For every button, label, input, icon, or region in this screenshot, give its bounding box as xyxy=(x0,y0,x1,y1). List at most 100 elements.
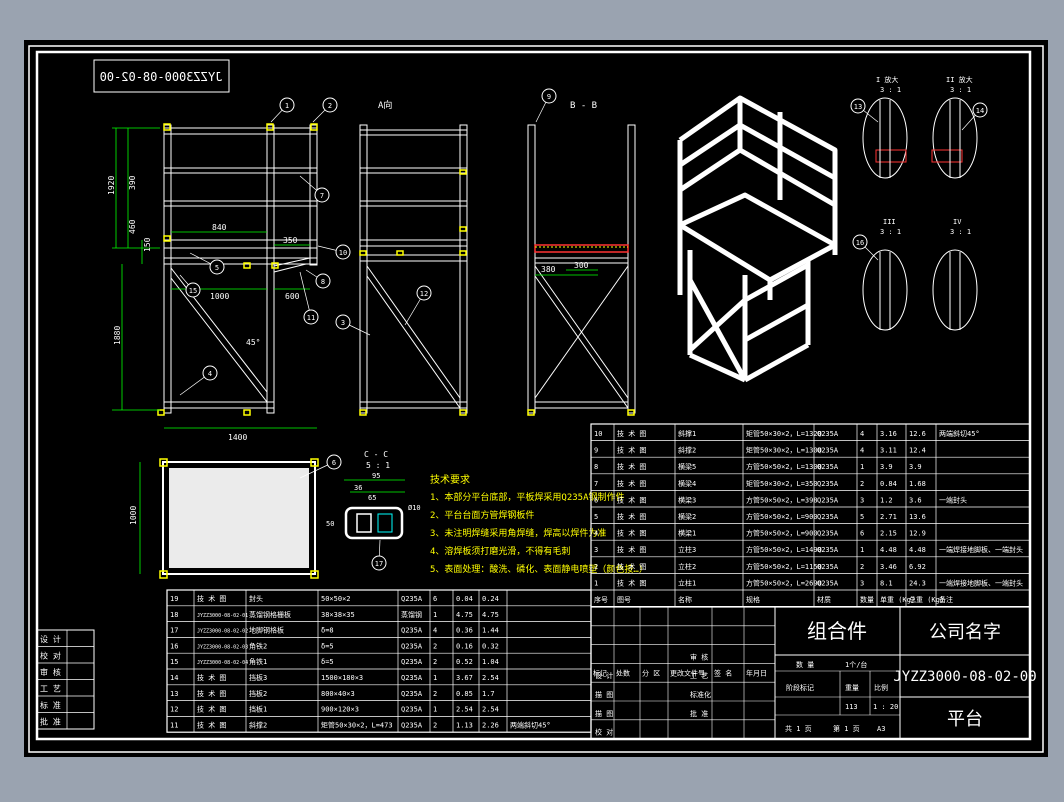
bom-upper-cell: 方管50×50×2，L=900 xyxy=(746,529,818,538)
bom-lower-cell: 16 xyxy=(170,642,178,650)
bom-lower-cell: δ=5 xyxy=(321,642,334,650)
bom-lower-cell: 4 xyxy=(433,627,437,635)
bom-upper-cell: 9 xyxy=(594,447,598,455)
title-label-left: 校 对 xyxy=(595,728,613,737)
bom-upper-header-cell: 图号 xyxy=(617,596,631,604)
bom-lower-cell: 矩管50×30×2，L=473 xyxy=(321,720,393,729)
bom-lower-cell: 技 术 图 xyxy=(197,594,226,603)
bom-upper-cell: 0.84 xyxy=(880,480,897,488)
dim-50: 50 xyxy=(326,520,334,528)
bom-upper-header-cell: 数量 xyxy=(860,595,874,604)
bom-lower-cell: JYZZ3000-08-02-02 xyxy=(197,629,248,635)
bom-upper-header-cell: 名称 xyxy=(678,595,692,604)
bom-upper-cell: 4.48 xyxy=(909,546,926,554)
detail-1-scale: 3 : 1 xyxy=(880,86,901,94)
bom-lower-cell: 挡板2 xyxy=(249,689,267,698)
bom-upper-cell: 6 xyxy=(594,496,598,504)
title-stamp-text: JYZZ3000-08-02-00 xyxy=(100,70,223,84)
sign-block-label: 标 准 xyxy=(40,700,61,710)
sign-block-label: 设 计 xyxy=(40,634,61,644)
bom-upper-cell: 方管50×50×2，L=1300 xyxy=(746,462,822,471)
bom-upper-cell: 5 xyxy=(860,513,864,521)
bom-upper-cell: 3.9 xyxy=(880,463,893,471)
bom-upper-cell: 技 术 图 xyxy=(617,545,646,554)
bom-lower-cell: 技 术 图 xyxy=(197,705,226,714)
bom-lower-cell: δ=5 xyxy=(321,658,334,666)
dim-65: 65 xyxy=(368,494,376,502)
bom-upper-cell: 12.9 xyxy=(909,530,926,538)
bom-upper-cell: 立柱1 xyxy=(678,578,696,587)
bom-upper-cell: 两端斜切45° xyxy=(939,429,980,438)
bom-lower-cell: δ=8 xyxy=(321,627,334,635)
title-label-mid: 批 准 xyxy=(690,709,708,718)
bom-upper-cell: 横梁4 xyxy=(678,479,696,488)
bom-lower-cell: Q235A xyxy=(401,706,423,714)
bom-lower-cell: 17 xyxy=(170,627,178,635)
bom-lower-cell: Q235A xyxy=(401,627,423,635)
detail-3-scale: 3 : 1 xyxy=(880,228,901,236)
bom-upper-cell: Q235A xyxy=(817,447,839,455)
bom-lower-cell: 地脚钢格板 xyxy=(249,626,284,635)
bom-upper-cell: 技 术 图 xyxy=(617,462,646,471)
bom-upper-cell: 1.2 xyxy=(880,496,893,504)
balloon-number: 8 xyxy=(321,278,325,286)
bom-lower-cell: 1.04 xyxy=(482,658,499,666)
bom-upper-cell: 技 术 图 xyxy=(617,529,646,538)
bom-upper-cell: 3 xyxy=(860,579,864,587)
bom-upper-cell: 7 xyxy=(594,480,598,488)
bom-upper-cell: 1 xyxy=(860,546,864,554)
dim-1920: 1920 xyxy=(107,176,116,195)
bom-lower-cell: 角铁1 xyxy=(249,657,267,666)
bom-lower-cell: 900×120×3 xyxy=(321,706,359,714)
balloon-number: 3 xyxy=(341,319,345,327)
bom-upper-cell: 横梁2 xyxy=(678,512,696,521)
bom-upper-cell: 2 xyxy=(860,480,864,488)
balloon-number: 16 xyxy=(856,239,864,247)
title-label-mid: 审 核 xyxy=(690,652,708,661)
bom-upper-cell: 矩管50×30×2，L=1300 xyxy=(746,446,822,455)
bom-lower-cell: 角铁2 xyxy=(249,641,267,650)
title-label-row1: 处数 xyxy=(616,668,630,677)
bom-lower-cell: Q235A xyxy=(401,721,423,729)
bom-upper-header-cell: 材质 xyxy=(817,595,831,604)
qty-value: 1个/台 xyxy=(845,660,867,669)
bom-upper-cell: 4 xyxy=(860,447,864,455)
balloon-number: 17 xyxy=(375,560,383,568)
bom-lower-cell: 15 xyxy=(170,658,178,666)
balloon-number: 5 xyxy=(215,264,219,272)
bom-upper-cell: Q235A xyxy=(817,579,839,587)
bom-upper-cell: 3.6 xyxy=(909,496,922,504)
bom-upper-cell: 方管50×50×2，L=398 xyxy=(746,495,818,504)
bom-upper-cell: Q235A xyxy=(817,463,839,471)
dim-10: Ø10 xyxy=(408,504,421,512)
bom-upper-cell: 方管50×50×2，L=1150 xyxy=(746,562,822,571)
bom-lower-cell: 1500×180×3 xyxy=(321,674,363,682)
balloon-number: 15 xyxy=(189,287,197,295)
bom-lower-cell: 封头 xyxy=(249,594,263,603)
bom-lower-cell: 4.75 xyxy=(456,611,473,619)
bom-lower-cell: 0.04 xyxy=(456,595,473,603)
balloon-number: 1 xyxy=(285,102,289,110)
section-c-scale: 5 : 1 xyxy=(366,461,390,470)
dim-45: 45° xyxy=(246,338,260,347)
bom-lower-cell: Q235A xyxy=(401,674,423,682)
bom-upper-cell: Q235A xyxy=(817,480,839,488)
bom-upper-cell: 3 xyxy=(860,496,864,504)
bom-lower-cell: 3.67 xyxy=(456,674,473,682)
bom-upper-cell: 12.4 xyxy=(909,447,926,455)
title-label-row1: 分 区 xyxy=(642,668,660,677)
label-a-view: A向 xyxy=(378,99,392,111)
bom-lower-cell: 技 术 图 xyxy=(197,689,226,698)
bom-lower-cell: 50×50×2 xyxy=(321,595,351,603)
paper-size: A3 xyxy=(877,725,885,733)
weight-col-label: 重量 xyxy=(845,684,859,692)
sign-block-label: 工 艺 xyxy=(40,685,61,694)
bom-upper-cell: 技 术 图 xyxy=(617,479,646,488)
bom-lower-cell: 两端斜切45° xyxy=(510,720,551,729)
bom-upper-cell: 8.1 xyxy=(880,579,893,587)
bom-lower-cell: 技 术 图 xyxy=(197,720,226,729)
bom-lower-cell: 2 xyxy=(433,721,437,729)
bom-upper-header-cell: 备注 xyxy=(939,595,953,604)
bom-upper-cell: 一端封头 xyxy=(939,495,967,504)
bom-lower-cell: 2 xyxy=(433,690,437,698)
